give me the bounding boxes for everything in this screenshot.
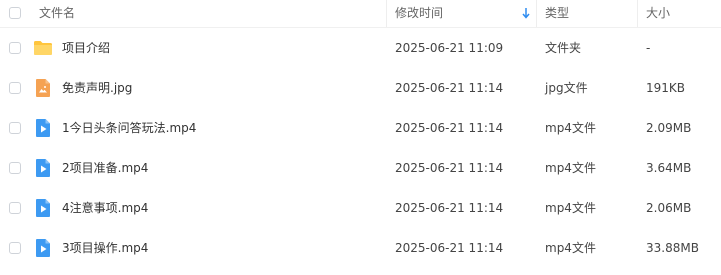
select-all-checkbox[interactable] — [9, 7, 21, 19]
file-modified-time: 2025-06-21 11:14 — [395, 121, 504, 135]
file-type: mp4文件 — [545, 201, 596, 215]
file-type: jpg文件 — [545, 81, 588, 95]
column-header-modified[interactable]: 修改时间 — [395, 6, 443, 20]
file-size: 191KB — [646, 81, 686, 95]
file-list-header: 文件名 修改时间 类型 大小 — [0, 0, 721, 28]
file-row[interactable]: 1今日头条问答玩法.mp4 2025-06-21 11:14 mp4文件 2.0… — [0, 108, 721, 148]
folder-icon — [34, 41, 52, 55]
file-row[interactable]: 免责声明.jpg 2025-06-21 11:14 jpg文件 191KB — [0, 68, 721, 108]
file-name[interactable]: 1今日头条问答玩法.mp4 — [62, 120, 196, 136]
video-file-icon — [36, 239, 50, 257]
file-type: mp4文件 — [545, 161, 596, 175]
video-file-icon — [36, 119, 50, 137]
column-header-size[interactable]: 大小 — [646, 6, 670, 20]
video-file-icon — [36, 199, 50, 217]
column-divider[interactable] — [637, 0, 638, 27]
file-size: 2.09MB — [646, 121, 692, 135]
row-checkbox[interactable] — [9, 122, 21, 134]
file-row[interactable]: 3项目操作.mp4 2025-06-21 11:14 mp4文件 33.88MB — [0, 228, 721, 268]
column-header-name[interactable]: 文件名 — [39, 6, 75, 20]
file-name[interactable]: 4注意事项.mp4 — [62, 200, 148, 216]
row-checkbox[interactable] — [9, 242, 21, 254]
file-name[interactable]: 2项目准备.mp4 — [62, 160, 148, 176]
row-checkbox[interactable] — [9, 202, 21, 214]
column-divider[interactable] — [386, 0, 387, 27]
file-size: 33.88MB — [646, 241, 699, 255]
file-name[interactable]: 项目介绍 — [62, 40, 110, 56]
file-size: 3.64MB — [646, 161, 692, 175]
column-header-type[interactable]: 类型 — [545, 6, 569, 20]
sort-descending-icon[interactable] — [521, 7, 531, 19]
video-file-icon — [36, 159, 50, 177]
file-list: 文件名 修改时间 类型 大小 项目介绍 2025-06-21 11:09 文件夹… — [0, 0, 721, 275]
file-modified-time: 2025-06-21 11:09 — [395, 41, 504, 55]
file-row[interactable]: 4注意事项.mp4 2025-06-21 11:14 mp4文件 2.06MB — [0, 188, 721, 228]
file-modified-time: 2025-06-21 11:14 — [395, 81, 504, 95]
file-modified-time: 2025-06-21 11:14 — [395, 241, 504, 255]
file-name[interactable]: 免责声明.jpg — [62, 80, 132, 96]
file-modified-time: 2025-06-21 11:14 — [395, 201, 504, 215]
file-size: - — [646, 41, 651, 55]
file-type: 文件夹 — [545, 41, 582, 55]
file-name[interactable]: 3项目操作.mp4 — [62, 240, 148, 256]
file-row[interactable]: 2项目准备.mp4 2025-06-21 11:14 mp4文件 3.64MB — [0, 148, 721, 188]
file-row[interactable]: 项目介绍 2025-06-21 11:09 文件夹 - — [0, 28, 721, 68]
column-divider[interactable] — [536, 0, 537, 27]
row-checkbox[interactable] — [9, 42, 21, 54]
image-file-icon — [36, 79, 50, 97]
file-size: 2.06MB — [646, 201, 692, 215]
row-checkbox[interactable] — [9, 162, 21, 174]
file-type: mp4文件 — [545, 241, 596, 255]
row-checkbox[interactable] — [9, 82, 21, 94]
file-modified-time: 2025-06-21 11:14 — [395, 161, 504, 175]
file-type: mp4文件 — [545, 121, 596, 135]
